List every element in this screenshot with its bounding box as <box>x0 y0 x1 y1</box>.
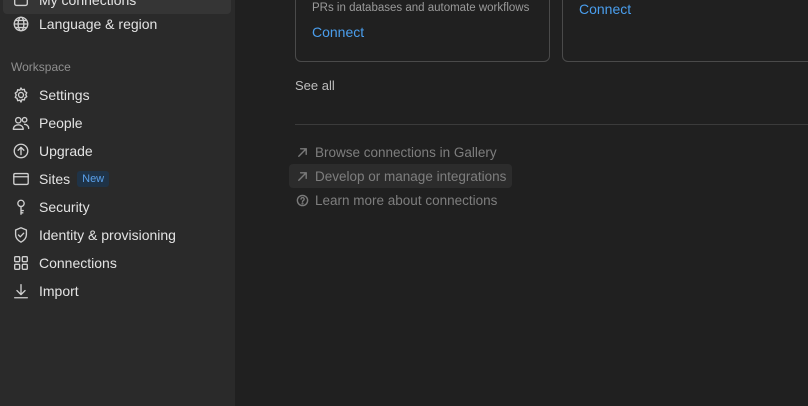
workspace-section-label: Workspace <box>11 60 71 74</box>
sidebar-item-upgrade[interactable]: Upgrade <box>3 137 231 165</box>
develop-integrations-link[interactable]: Develop or manage integrations <box>289 164 513 188</box>
connection-card: Connect <box>562 0 808 62</box>
settings-sidebar: My connections Language & region Workspa… <box>0 0 235 406</box>
link-label: Learn more about connections <box>315 192 498 208</box>
arrow-up-right-icon <box>295 169 309 183</box>
sidebar-item-sites[interactable]: Sites New <box>3 165 231 193</box>
grid-icon <box>11 253 31 273</box>
sidebar-item-label: My connections <box>39 0 137 8</box>
sidebar-item-label: Sites <box>39 171 71 187</box>
sidebar-item-label: Connections <box>39 255 117 271</box>
card-description: PRs in databases and automate workflows <box>312 2 530 14</box>
sidebar-item-label: Upgrade <box>39 143 93 159</box>
connect-link[interactable]: Connect <box>312 24 364 40</box>
download-arrow-icon <box>11 281 31 301</box>
sidebar-item-label: Security <box>39 199 90 215</box>
connection-card: PRs in databases and automate workflows … <box>295 0 550 62</box>
new-badge: New <box>77 171 110 187</box>
sidebar-item-label: Import <box>39 283 79 299</box>
sidebar-item-people[interactable]: People <box>3 109 231 137</box>
shield-check-icon <box>11 225 31 245</box>
sidebar-item-language-region[interactable]: Language & region <box>3 10 231 38</box>
browser-window-icon <box>11 169 31 189</box>
sidebar-item-import[interactable]: Import <box>3 277 231 305</box>
sidebar-item-label: Language & region <box>39 16 158 32</box>
connections-box-icon <box>11 0 31 10</box>
sidebar-item-connections[interactable]: Connections <box>3 249 231 277</box>
sidebar-item-label: Identity & provisioning <box>39 227 176 243</box>
arrow-up-right-icon <box>295 145 309 159</box>
connections-panel: PRs in databases and automate workflows … <box>235 0 808 406</box>
sidebar-item-label: Settings <box>39 87 90 103</box>
sidebar-item-settings[interactable]: Settings <box>3 81 231 109</box>
question-circle-icon <box>295 193 309 207</box>
divider <box>295 124 808 125</box>
key-icon <box>11 197 31 217</box>
see-all-link[interactable]: See all <box>295 78 335 93</box>
learn-more-link[interactable]: Learn more about connections <box>289 188 503 212</box>
sidebar-item-label: People <box>39 115 83 131</box>
sidebar-item-identity-provisioning[interactable]: Identity & provisioning <box>3 221 231 249</box>
browse-gallery-link[interactable]: Browse connections in Gallery <box>289 140 503 164</box>
connect-link[interactable]: Connect <box>579 1 631 17</box>
globe-icon <box>11 14 31 34</box>
link-label: Develop or manage integrations <box>315 168 507 184</box>
gear-icon <box>11 85 31 105</box>
sidebar-item-security[interactable]: Security <box>3 193 231 221</box>
people-icon <box>11 113 31 133</box>
link-label: Browse connections in Gallery <box>315 144 497 160</box>
arrow-up-circle-icon <box>11 141 31 161</box>
